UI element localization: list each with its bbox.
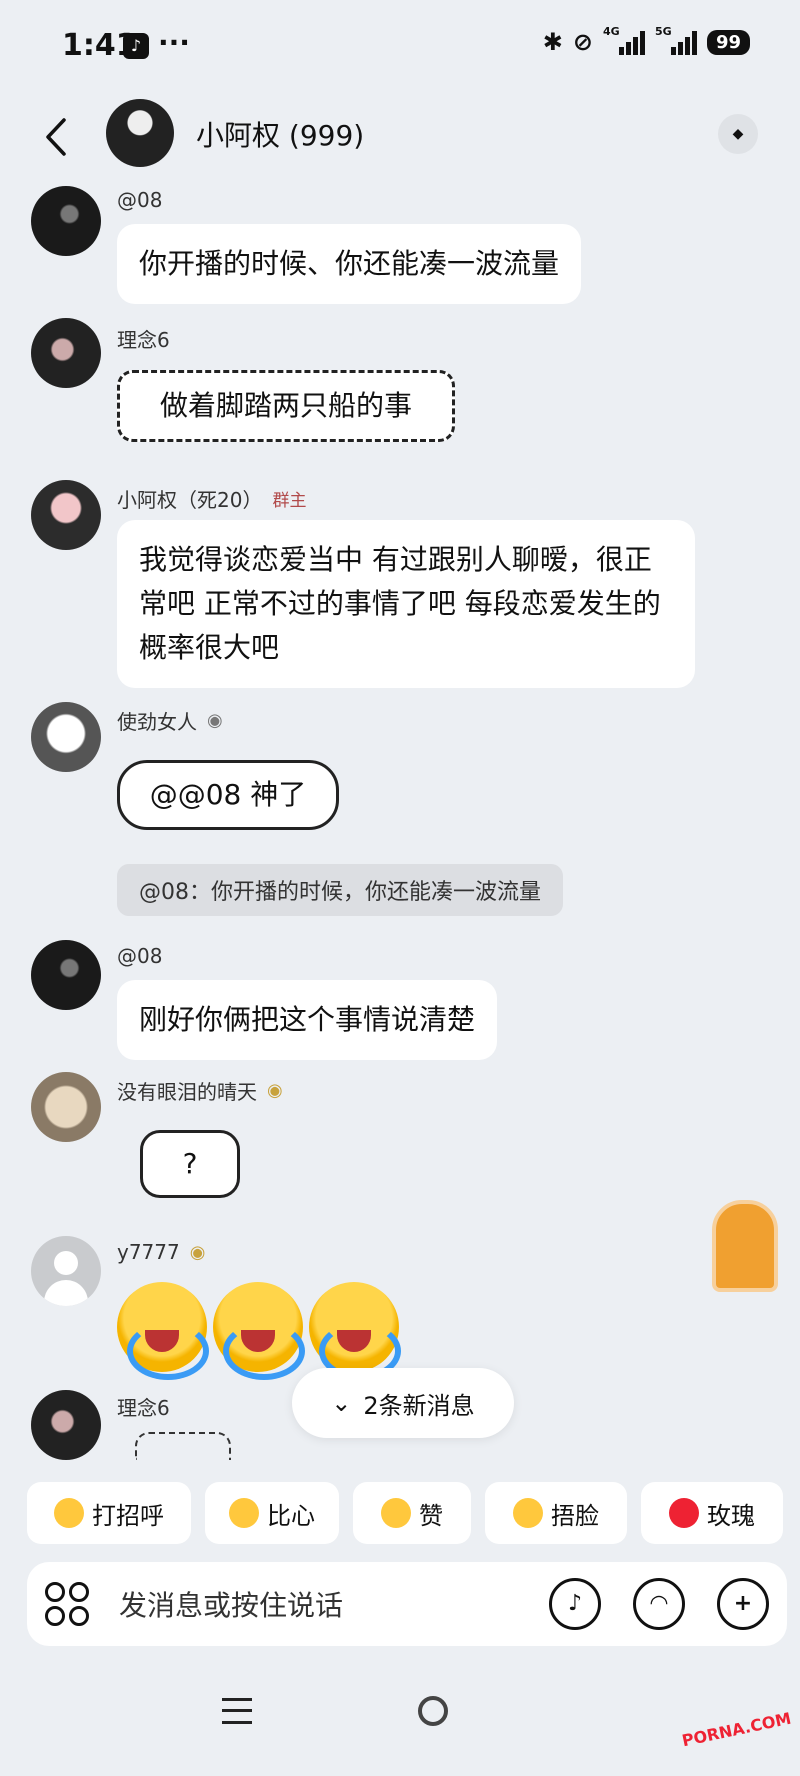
emoji-icon[interactable]: ◠ bbox=[633, 1578, 685, 1630]
tiktok-icon: ♪ bbox=[123, 33, 149, 59]
avatar[interactable] bbox=[31, 940, 101, 1010]
loudly-crying-face-icon bbox=[117, 1282, 209, 1380]
quick-reply-like[interactable]: 赞 bbox=[353, 1482, 471, 1544]
watermark: PORNA.COM bbox=[680, 1708, 793, 1751]
sticker-message[interactable]: 做着脚踏两只船的事 bbox=[117, 370, 455, 442]
avatar[interactable] bbox=[31, 480, 101, 550]
loudly-crying-face-icon bbox=[213, 1282, 305, 1380]
sender-name[interactable]: 使劲女人 ◉ bbox=[117, 706, 223, 735]
quick-reply-facepalm[interactable]: 捂脸 bbox=[485, 1482, 627, 1544]
emoji-message[interactable] bbox=[117, 1282, 401, 1380]
sender-name-text: 没有眼泪的晴天 bbox=[117, 1080, 257, 1104]
sticker-message-partial[interactable] bbox=[135, 1432, 231, 1460]
avatar[interactable] bbox=[31, 318, 101, 388]
avatar[interactable] bbox=[31, 186, 101, 256]
facepalm-emoji-icon bbox=[513, 1498, 543, 1528]
menu-icon[interactable] bbox=[222, 1698, 252, 1724]
badge-icon: ◉ bbox=[207, 710, 223, 731]
sender-name-text: 小阿权（死20） bbox=[117, 488, 263, 512]
signal-icon: 5G bbox=[655, 25, 697, 55]
new-messages-button[interactable]: ⌄ 2条新消息 bbox=[292, 1368, 514, 1438]
chip-label: 玫瑰 bbox=[707, 1501, 755, 1530]
sender-name[interactable]: 理念6 bbox=[117, 1392, 170, 1421]
badge-icon: ◉ bbox=[267, 1080, 283, 1101]
heart-hands-emoji-icon bbox=[229, 1498, 259, 1528]
signal-icon: 4G bbox=[603, 25, 645, 55]
sender-name-text: 使劲女人 bbox=[117, 710, 197, 734]
sender-name[interactable]: @08 bbox=[117, 188, 162, 212]
message-bubble[interactable]: 刚好你俩把这个事情说清楚 bbox=[117, 980, 498, 1060]
bluetooth-icon: ✱ bbox=[542, 28, 563, 56]
loudly-crying-face-icon bbox=[309, 1282, 401, 1380]
status-bar: 1:41 ♪ ··· ✱ ⊘ 4G 5G 99 bbox=[0, 0, 800, 92]
quick-reply-bar: 打招呼 比心 赞 捂脸 玫瑰 bbox=[27, 1482, 787, 1544]
mute-icon: ⊘ bbox=[572, 28, 593, 56]
message-bubble[interactable]: 我觉得谈恋爱当中 有过跟别人聊暧，很正常吧 正常不过的事情了吧 每段恋爱发生的概… bbox=[117, 520, 695, 688]
owner-badge: 群主 bbox=[272, 491, 307, 511]
sender-name[interactable]: @08 bbox=[117, 944, 162, 968]
message-bubble[interactable]: 你开播的时候、你还能凑一波流量 bbox=[117, 224, 582, 304]
sender-name-text: y7777 bbox=[117, 1240, 180, 1264]
more-icon[interactable]: ◆ bbox=[718, 114, 758, 154]
avatar[interactable] bbox=[31, 1072, 101, 1142]
group-avatar[interactable] bbox=[106, 99, 174, 167]
avatar[interactable] bbox=[31, 1236, 101, 1306]
quick-reply-rose[interactable]: 玫瑰 bbox=[641, 1482, 783, 1544]
sender-name[interactable]: 理念6 bbox=[117, 324, 170, 353]
chip-label: 捂脸 bbox=[551, 1501, 599, 1530]
quoted-message[interactable]: @08：你开播的时候，你还能凑一波流量 bbox=[117, 864, 563, 916]
message-input-bar: 发消息或按住说话 ♪ ◠ + bbox=[27, 1562, 787, 1646]
page-title[interactable]: 小阿权 (999) bbox=[196, 114, 364, 154]
status-more-dots: ··· bbox=[158, 26, 190, 59]
quick-reply-greet[interactable]: 打招呼 bbox=[27, 1482, 191, 1544]
chip-label: 赞 bbox=[419, 1501, 443, 1530]
chip-label: 比心 bbox=[267, 1501, 315, 1530]
floating-door-icon[interactable] bbox=[712, 1200, 778, 1292]
home-icon[interactable] bbox=[418, 1696, 448, 1726]
battery-indicator: 99 bbox=[706, 29, 750, 55]
double-chevron-down-icon: ⌄ bbox=[331, 1389, 352, 1417]
badge-icon: ◉ bbox=[189, 1241, 206, 1263]
sender-name[interactable]: 没有眼泪的晴天 ◉ bbox=[117, 1076, 283, 1105]
sender-name[interactable]: 小阿权（死20） 群主 bbox=[117, 484, 306, 513]
sticker-message[interactable]: ? bbox=[140, 1130, 240, 1198]
rose-icon bbox=[669, 1498, 699, 1528]
message-input[interactable]: 发消息或按住说话 bbox=[119, 1584, 343, 1624]
sender-name[interactable]: y7777 ◉ bbox=[117, 1240, 205, 1264]
status-indicators: ✱ ⊘ 4G 5G 99 bbox=[542, 25, 750, 56]
avatar[interactable] bbox=[31, 702, 101, 772]
system-nav-bar: PORNA.COM bbox=[0, 1680, 800, 1776]
apps-grid-icon[interactable] bbox=[45, 1582, 89, 1626]
sticker-message[interactable]: @@08 神了 bbox=[117, 760, 339, 830]
back-icon[interactable] bbox=[40, 114, 76, 160]
thumbs-up-icon bbox=[381, 1498, 411, 1528]
quick-reply-heart[interactable]: 比心 bbox=[205, 1482, 339, 1544]
new-messages-label: 2条新消息 bbox=[363, 1391, 475, 1420]
greet-emoji-icon bbox=[54, 1498, 84, 1528]
chip-label: 打招呼 bbox=[92, 1501, 164, 1530]
avatar[interactable] bbox=[31, 1390, 101, 1460]
add-icon[interactable]: + bbox=[717, 1578, 769, 1630]
voice-icon[interactable]: ♪ bbox=[549, 1578, 601, 1630]
chat-header: 小阿权 (999) ◆ bbox=[0, 92, 800, 182]
